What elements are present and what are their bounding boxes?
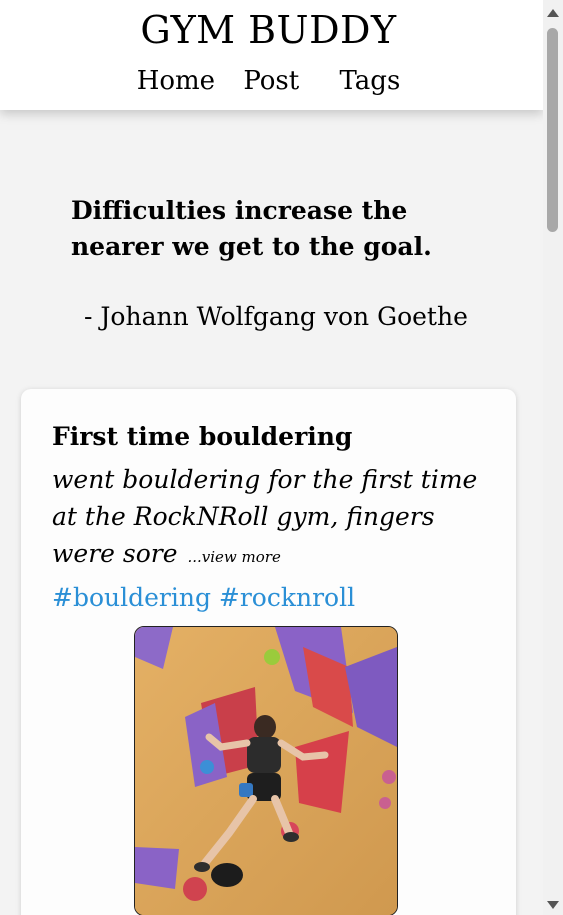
post-body: went bouldering for the first time at th… (52, 461, 502, 576)
main-nav: Home Post Tags (0, 66, 537, 96)
tag-link-bouldering[interactable]: #bouldering (52, 583, 211, 612)
scroll-up-arrow-icon[interactable] (547, 9, 559, 17)
site-header: GYM BUDDY Home Post Tags (0, 0, 543, 110)
climber-photo[interactable] (134, 626, 398, 915)
nav-home[interactable]: Home (137, 66, 215, 96)
page-scrollbar[interactable] (543, 0, 563, 915)
brand-title[interactable]: GYM BUDDY (0, 8, 537, 52)
nav-tags[interactable]: Tags (339, 66, 400, 96)
viewport: GYM BUDDY Home Post Tags Difficulties in… (0, 0, 543, 915)
quote-text: Difficulties increase the nearer we get … (71, 196, 432, 261)
post-title[interactable]: First time bouldering (52, 422, 352, 451)
page: GYM BUDDY Home Post Tags Difficulties in… (0, 0, 563, 915)
tag-link-rocknroll[interactable]: #rocknroll (219, 583, 355, 612)
post-tags: #bouldering #rocknroll (52, 583, 355, 612)
nav-post[interactable]: Post (243, 66, 299, 96)
climber-photo-illustration (135, 627, 397, 915)
scroll-down-arrow-icon[interactable] (547, 901, 559, 909)
post-card[interactable]: First time bouldering went bouldering fo… (21, 389, 516, 915)
view-more-link[interactable]: ...view more (187, 548, 280, 566)
quote-author: - Johann Wolfgang von Goethe (84, 302, 468, 331)
scroll-thumb[interactable] (547, 28, 558, 232)
